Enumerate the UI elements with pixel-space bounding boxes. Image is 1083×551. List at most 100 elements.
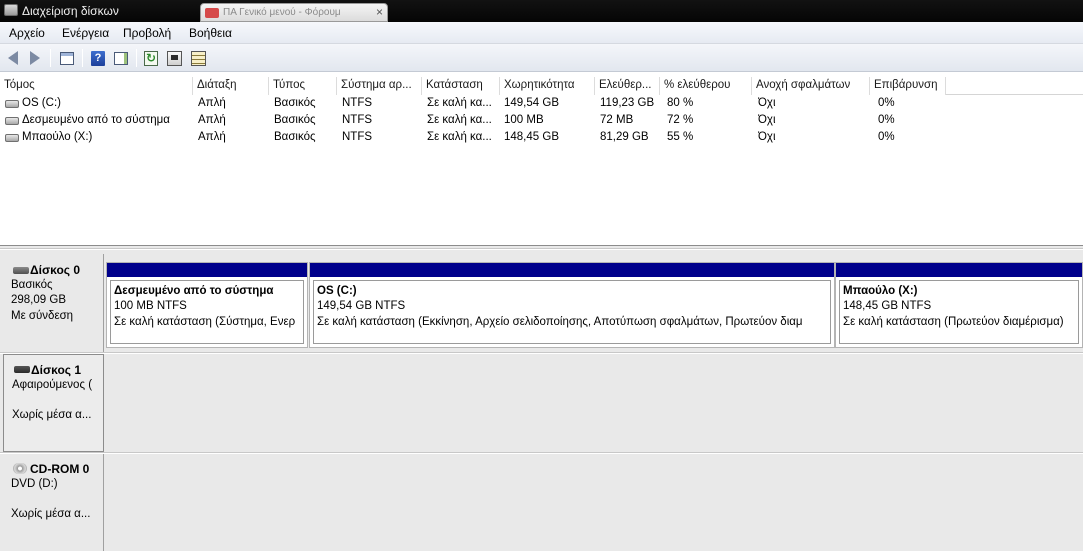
cell-file-system: NTFS [342,131,373,143]
column-header-type[interactable]: Τύπος [269,77,337,95]
partition-bar [836,263,1082,277]
cell-free-space: 119,23 GB [600,97,655,109]
volume-drive-icon [5,134,19,142]
disk-0-label[interactable]: Δίσκος 0 Βασικός 298,09 GB Με σύνδεση [3,254,104,354]
cdrom-0-drive: DVD (D:) [11,478,58,490]
cell-capacity: 100 MB [504,114,544,126]
check-button[interactable] [164,48,184,68]
table-row[interactable]: Δεσμευμένο από το σύστημα Απλή Βασικός N… [0,112,1083,129]
window-title: Διαχείριση δίσκων [22,4,119,18]
background-window-tab[interactable]: ΠΑ Γενικό μενού - Φόρουμ × [200,3,388,22]
help-button[interactable]: ? [88,48,108,68]
partition-system-reserved[interactable]: Δεσμευμένο από το σύστημα 100 MB NTFS Σε… [106,262,308,348]
check-icon [166,50,182,66]
column-header-status[interactable]: Κατάσταση [422,77,500,95]
cell-free-space: 72 MB [600,114,634,126]
disk-1-label[interactable]: Δίσκος 1 Αφαιρούμενος ( Χωρίς μέσα α... [3,354,104,452]
refresh-button[interactable]: ↻ [141,48,161,68]
cell-volume: Μπαούλο (X:) [22,131,93,143]
menu-bar: Αρχείο Ενέργεια Προβολή Βοήθεια [0,22,1083,44]
cdrom-0-status: Χωρίς μέσα α... [11,508,91,520]
cell-layout: Απλή [198,97,226,109]
properties-icon [190,50,206,66]
cdrom-0-row: CD-ROM 0 DVD (D:) Χωρίς μέσα α... [0,454,1083,551]
partition-bar [310,263,834,277]
close-icon[interactable]: × [376,5,383,19]
cell-layout: Απλή [198,131,226,143]
column-header-volume[interactable]: Τόμος [0,77,193,95]
background-tab-title: ΠΑ Γενικό μενού - Φόρουμ [223,7,341,18]
cell-status: Σε καλή κα... [427,97,492,109]
toolbar-separator [136,49,137,67]
partition-status: Σε καλή κατάσταση (Σύστημα, Ενερ [114,316,296,328]
action-pane-button[interactable] [111,48,131,68]
browser-favicon-icon [205,8,219,18]
disk-0-row: Δίσκος 0 Βασικός 298,09 GB Με σύνδεση Δε… [0,246,1083,354]
cell-free-space: 81,29 GB [600,131,649,143]
disk-1-status: Χωρίς μέσα α... [12,409,92,421]
cell-file-system: NTFS [342,97,373,109]
cdrom-0-label[interactable]: CD-ROM 0 DVD (D:) Χωρίς μέσα α... [3,454,104,551]
disk-1-name: Δίσκος 1 [31,363,82,377]
partition-size: 148,45 GB NTFS [843,300,932,312]
partition-title: OS (C:) [317,285,357,297]
disk-0-type: Βασικός [11,279,53,291]
volume-list-header: Τόμος Διάταξη Τύπος Σύστημα αρ... Κατάστ… [0,77,1083,95]
toolbar-separator [50,49,51,67]
hard-disk-icon [13,267,29,274]
forward-button[interactable] [25,48,45,68]
console-tree-icon [60,51,74,65]
cell-capacity: 149,54 GB [504,97,559,109]
back-button[interactable] [3,48,23,68]
volume-drive-icon [5,117,19,125]
table-row[interactable]: OS (C:) Απλή Βασικός NTFS Σε καλή κα... … [0,95,1083,112]
cell-type: Βασικός [274,131,316,143]
toolbar: ? ↻ [0,44,1083,72]
cell-overhead: 0% [878,97,895,109]
partition-title: Δεσμευμένο από το σύστημα [114,285,274,297]
menu-action[interactable]: Ενέργεια [62,26,109,40]
back-icon [8,51,18,65]
disk-1-row: Δίσκος 1 Αφαιρούμενος ( Χωρίς μέσα α... [0,354,1083,452]
column-header-capacity[interactable]: Χωρητικότητα [500,77,595,95]
column-header-percent-free[interactable]: % ελεύθερου [660,77,752,95]
partition-size: 100 MB NTFS [114,300,187,312]
cell-fault-tolerance: Όχι [758,114,776,126]
title-bar: Διαχείριση δίσκων ΠΑ Γενικό μενού - Φόρο… [0,0,1083,22]
partition-body: OS (C:) 149,54 GB NTFS Σε καλή κατάσταση… [313,280,831,344]
cell-file-system: NTFS [342,114,373,126]
partition-os-c[interactable]: OS (C:) 149,54 GB NTFS Σε καλή κατάσταση… [309,262,835,348]
menu-help[interactable]: Βοήθεια [189,26,232,40]
console-tree-button[interactable] [57,48,77,68]
partition-baoulo-x[interactable]: Μπαούλο (X:) 148,45 GB NTFS Σε καλή κατά… [835,262,1083,348]
properties-button[interactable] [188,48,208,68]
cell-percent-free: 72 % [667,114,694,126]
disk-0-size: 298,09 GB [11,294,66,306]
cell-fault-tolerance: Όχι [758,97,776,109]
menu-view[interactable]: Προβολή [123,26,171,40]
disk-0-status: Με σύνδεση [11,310,74,322]
menu-file[interactable]: Αρχείο [9,26,45,40]
disk-management-app-icon [4,4,18,16]
toolbar-separator [82,49,83,67]
disk-0-name: Δίσκος 0 [30,263,81,277]
help-icon: ? [91,50,105,66]
table-row[interactable]: Μπαούλο (X:) Απλή Βασικός NTFS Σε καλή κ… [0,129,1083,146]
column-header-layout[interactable]: Διάταξη [193,77,269,95]
partition-status: Σε καλή κατάσταση (Εκκίνηση, Αρχείο σελι… [317,316,803,328]
cell-overhead: 0% [878,131,895,143]
column-header-fault-tolerance[interactable]: Ανοχή σφαλμάτων [752,77,870,95]
removable-disk-icon [14,366,30,373]
volume-drive-icon [5,100,19,108]
action-pane-icon [114,51,128,65]
column-header-overhead[interactable]: Επιβάρυνση [870,77,946,95]
disk-1-type: Αφαιρούμενος ( [12,379,93,391]
refresh-icon: ↻ [144,50,158,66]
column-header-file-system[interactable]: Σύστημα αρ... [337,77,422,95]
forward-icon [30,51,40,65]
partition-title: Μπαούλο (X:) [843,285,918,297]
cdrom-0-name: CD-ROM 0 [30,462,90,476]
column-header-free-space[interactable]: Ελεύθερ... [595,77,660,95]
cell-volume: OS (C:) [22,97,61,109]
cell-type: Βασικός [274,114,316,126]
